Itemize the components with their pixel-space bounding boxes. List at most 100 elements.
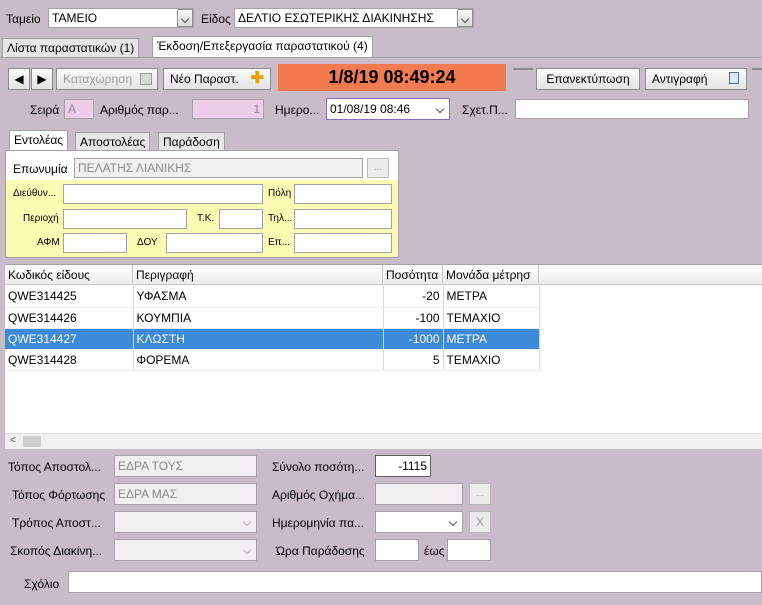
chevron-down-icon[interactable] [177, 9, 193, 27]
eidos-value: ΔΕΛΤΙΟ ΕΣΩΤΕΡΙΚΗΣ ΔΙΑΚΙΝΗΣΗΣ [238, 11, 434, 25]
grid-table: QWE314425 ΥΦΑΣΜΑ -20 ΜΕΤΡΑ QWE314426 ΚΟΥΜΠΙΑ -… [5, 286, 540, 371]
header-description[interactable]: Περιγραφή [133, 265, 383, 285]
eponymia-value: ΠΕΛΑΤΗΣ ΛΙΑΝΙΚΗΣ [78, 161, 192, 175]
tab-entoleas[interactable]: Εντολέας [9, 130, 69, 151]
item-quantity-cell[interactable]: -100 [383, 307, 444, 329]
arithmos-label: Αριθμός παρ... [100, 103, 179, 117]
tameio-value: ΤΑΜΕΙΟ [52, 11, 98, 25]
floppy-icon [140, 73, 152, 85]
oxima-field[interactable] [375, 483, 463, 505]
seira-label: Σειρά [30, 103, 60, 117]
clear-date-button[interactable]: X [469, 511, 491, 533]
copy-button[interactable]: Αντιγραφή [645, 68, 747, 90]
sxolio-field[interactable] [68, 571, 762, 593]
item-unit-cell[interactable]: ΜΕΤΡΑ [443, 286, 540, 308]
ora-to-field[interactable] [447, 539, 491, 561]
poli-field[interactable] [294, 184, 392, 204]
chevron-down-icon[interactable] [240, 513, 256, 531]
synolo-value: -1115 [398, 459, 427, 473]
oxima-lookup-button[interactable]: ... [469, 483, 491, 505]
copy-label: Αντιγραφή [652, 72, 708, 86]
til-field[interactable] [294, 209, 392, 229]
item-description-cell[interactable]: ΦΟΡΕΜΑ [133, 349, 384, 371]
chevron-down-icon[interactable] [433, 100, 449, 118]
item-quantity-cell[interactable]: -20 [383, 286, 444, 308]
topos-apost-field[interactable]: ΕΔΡΑ ΤΟΥΣ [114, 455, 257, 477]
table-row[interactable]: QWE314428 ΦΟΡΕΜΑ 5 ΤΕΜΑΧΙΟ [5, 349, 540, 371]
items-grid[interactable]: Κωδικός είδους Περιγραφή Ποσότητα Μονάδα… [5, 264, 762, 449]
horizontal-scrollbar[interactable]: < [5, 433, 762, 449]
tameio-combo[interactable]: ΤΑΜΕΙΟ [48, 8, 194, 28]
item-code-cell[interactable]: QWE314428 [5, 349, 134, 371]
arithmos-value: 1 [253, 102, 260, 116]
afm-label: ΑΦΜ [37, 237, 60, 248]
seira-field[interactable]: Α [64, 99, 94, 119]
table-row[interactable]: QWE314426 ΚΟΥΜΠΙΑ -100 ΤΕΜΑΧΙΟ [5, 307, 540, 329]
eponymia-field[interactable]: ΠΕΛΑΤΗΣ ΛΙΑΝΙΚΗΣ [74, 158, 363, 178]
item-quantity-cell[interactable]: -1000 [383, 328, 444, 350]
header-unit[interactable]: Μονάδα μέτρησ [443, 265, 539, 285]
tab-document-list[interactable]: Λίστα παραστατικών (1) [2, 38, 140, 57]
item-unit-cell[interactable]: ΜΕΤΡΑ [443, 328, 540, 350]
topos-fort-label: Τόπος Φόρτωσης [12, 488, 106, 502]
eponymia-lookup-button[interactable]: ... [367, 158, 389, 178]
tab-document-edit[interactable]: Έκδοση/Επεξεργασία παραστατικού (4) [152, 36, 373, 58]
dieuth-field[interactable] [63, 184, 263, 204]
minus-button[interactable] [513, 68, 533, 70]
tk-field[interactable] [219, 209, 263, 229]
new-document-label: Νέο Παραστ. [170, 72, 239, 86]
eidos-combo[interactable]: ΔΕΛΤΙΟ ΕΣΩΤΕΡΙΚΗΣ ΔΙΑΚΙΝΗΣΗΣ [234, 8, 474, 28]
entoleas-panel: Επωνυμία ΠΕΛΑΤΗΣ ΛΙΑΝΙΚΗΣ ... Διεύθυν...… [5, 150, 399, 258]
ora-from-field[interactable] [375, 539, 419, 561]
save-button[interactable]: Καταχώρηση [56, 68, 158, 90]
perioxi-field[interactable] [63, 209, 187, 229]
ora-label: Ώρα Παράδοσης [276, 544, 365, 558]
imerominia-field[interactable]: 01/08/19 08:46 [326, 98, 450, 120]
item-code-cell[interactable]: QWE314425 [5, 286, 134, 308]
chevron-down-icon[interactable] [240, 541, 256, 559]
schet-label: Σχετ.Π... [462, 103, 508, 117]
scroll-left-icon[interactable]: < [10, 435, 16, 446]
afm-field[interactable] [63, 233, 127, 253]
ep-field[interactable] [294, 233, 392, 253]
item-unit-cell[interactable]: ΤΕΜΑΧΙΟ [443, 307, 540, 329]
chevron-down-icon[interactable] [446, 513, 462, 531]
tab-divider [0, 57, 762, 58]
reprint-button[interactable]: Επανεκτύπωση [536, 68, 640, 90]
header-quantity[interactable]: Ποσότητα [383, 265, 443, 285]
topos-apost-value: ΕΔΡΑ ΤΟΥΣ [118, 459, 184, 473]
prev-button[interactable]: ◀ [8, 68, 30, 90]
dieuth-label: Διεύθυν... [13, 188, 57, 199]
item-description-cell[interactable]: ΚΛΩΣΤΗ [133, 328, 384, 350]
plus-icon: ✚ [250, 70, 264, 87]
topos-apost-label: Τόπος Αποστολ... [8, 460, 101, 474]
print-button[interactable] [752, 68, 762, 70]
arithmos-field[interactable]: 1 [192, 99, 264, 119]
item-code-cell[interactable]: QWE314427 [5, 328, 134, 350]
copy-icon [729, 72, 739, 84]
perioxi-label: Περιοχή [23, 213, 59, 224]
next-button[interactable]: ▶ [31, 68, 53, 90]
table-row[interactable]: QWE314425 ΥΦΑΣΜΑ -20 ΜΕΤΡΑ [5, 286, 540, 308]
schet-field[interactable] [515, 99, 749, 119]
item-description-cell[interactable]: ΥΦΑΣΜΑ [133, 286, 384, 308]
topos-fort-field[interactable]: ΕΔΡΑ ΜΑΣ [114, 483, 257, 505]
item-description-cell[interactable]: ΚΟΥΜΠΙΑ [133, 307, 384, 329]
item-code-cell[interactable]: QWE314426 [5, 307, 134, 329]
scroll-thumb[interactable] [23, 436, 41, 447]
tab-apostoleas[interactable]: Αποστολέας [75, 132, 151, 151]
tropos-combo[interactable] [114, 511, 257, 533]
chevron-down-icon[interactable] [457, 9, 473, 27]
header-code[interactable]: Κωδικός είδους [5, 265, 133, 285]
skopos-combo[interactable] [114, 539, 257, 561]
table-row[interactable]: QWE314427 ΚΛΩΣΤΗ -1000 ΜΕΤΡΑ [5, 328, 540, 350]
tab-paradosi[interactable]: Παράδοση [158, 132, 225, 151]
seira-value: Α [68, 102, 77, 116]
poli-label: Πόλη [268, 188, 292, 199]
item-quantity-cell[interactable]: 5 [383, 349, 444, 371]
arrow-right-icon: ▶ [37, 72, 47, 86]
item-unit-cell[interactable]: ΤΕΜΑΧΙΟ [443, 349, 540, 371]
new-document-button[interactable]: Νέο Παραστ. ✚ [163, 68, 271, 90]
imer-par-field[interactable] [375, 511, 463, 533]
doy-field[interactable] [166, 233, 263, 253]
